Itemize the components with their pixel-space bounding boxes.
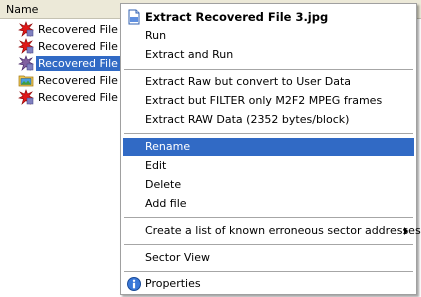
menu-item-add-file[interactable]: Add file xyxy=(123,195,414,213)
name-column-header[interactable]: Name xyxy=(6,3,38,16)
menu-item-run[interactable]: Run xyxy=(123,27,414,45)
file-item-recovered-4[interactable]: Recovered File 4. xyxy=(18,72,134,88)
menu-item-extract-filter-m2f2[interactable]: Extract but FILTER only M2F2 MPEG frames xyxy=(123,92,414,110)
folder-image-icon xyxy=(18,75,34,87)
menu-item-sector-view[interactable]: Sector View xyxy=(123,249,414,267)
menu-item-edit[interactable]: Edit xyxy=(123,157,414,175)
menu-item-rename[interactable]: Rename xyxy=(123,138,414,156)
menu-item-erroneous-sectors[interactable]: Create a list of known erroneous sector … xyxy=(123,222,421,240)
menu-item-delete[interactable]: Delete xyxy=(123,176,414,194)
context-menu: Extract Recovered File 3.jpg Run Extract… xyxy=(120,3,421,295)
file-item-recovered-1[interactable]: Recovered File 1. xyxy=(18,21,134,37)
red-splat-icon xyxy=(18,38,34,54)
menu-separator xyxy=(124,244,413,245)
info-icon xyxy=(127,277,141,291)
red-splat-icon xyxy=(18,55,34,71)
file-item-recovered-3[interactable]: Recovered File 3. xyxy=(18,55,134,71)
submenu-arrow-icon xyxy=(404,227,408,235)
menu-item-extract-raw-user-data[interactable]: Extract Raw but convert to User Data xyxy=(123,73,414,91)
red-splat-icon xyxy=(18,21,34,37)
menu-separator xyxy=(124,217,413,218)
red-splat-icon xyxy=(18,89,34,105)
menu-item-properties[interactable]: Properties xyxy=(123,275,414,293)
menu-item-extract-raw-data[interactable]: Extract RAW Data (2352 bytes/block) xyxy=(123,111,414,129)
file-item-recovered-5[interactable]: Recovered File 5. xyxy=(18,89,134,105)
menu-separator xyxy=(124,69,413,70)
file-browser-window: Name Recovered File 1. Recovered File 2.… xyxy=(0,0,421,297)
menu-separator xyxy=(124,271,413,272)
menu-item-extract-file[interactable]: Extract Recovered File 3.jpg xyxy=(123,8,414,26)
menu-separator xyxy=(124,133,413,134)
file-item-recovered-2[interactable]: Recovered File 2. xyxy=(18,38,134,54)
document-icon xyxy=(128,9,140,25)
menu-item-extract-and-run[interactable]: Extract and Run xyxy=(123,46,414,64)
